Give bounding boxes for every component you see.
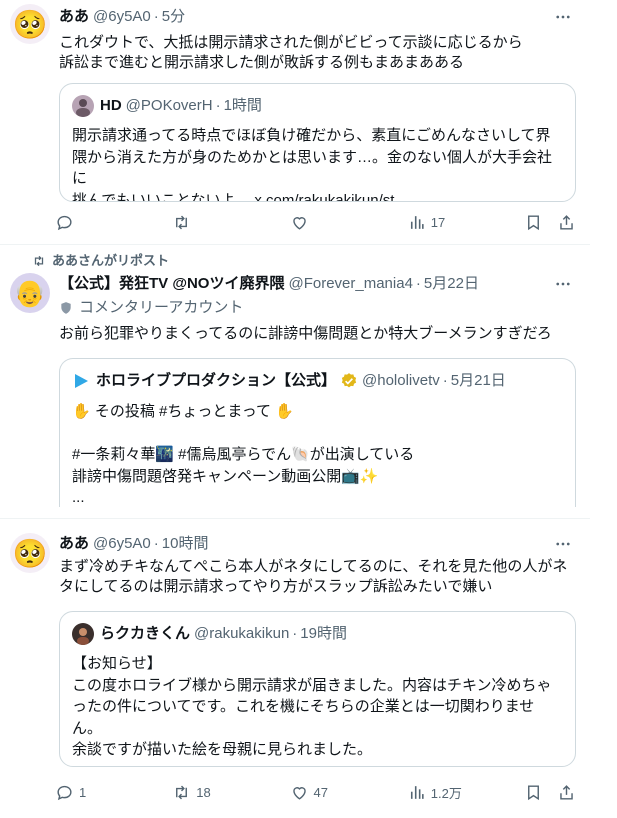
quoted-avatar [72,623,94,645]
shield-icon [61,302,71,314]
display-name[interactable]: ああ [59,534,89,554]
views-icon [410,215,424,229]
avatar-emoji: 👴 [13,277,47,308]
avatar[interactable]: 🥺 [10,533,50,573]
separator-dot: · [215,97,221,114]
divider [0,518,590,519]
share-button[interactable] [557,213,576,232]
avatar-emoji: 🥺 [12,8,48,40]
share-button[interactable] [557,783,576,802]
more-icon[interactable] [550,7,576,27]
handle[interactable]: @6y5A0 [93,7,151,27]
divider [0,244,590,245]
repost-icon [176,785,188,799]
views-count: 17 [430,214,446,230]
quoted-timestamp: 5月21日 [450,372,506,389]
timestamp[interactable]: 10時間 [162,534,209,554]
repost-icon [176,215,188,229]
separator-dot: · [442,372,448,389]
views-button[interactable]: 1.2万 [407,783,467,802]
like-icon [292,786,306,800]
quoted-display-name: ホロライブプロダクション【公式】 [96,372,337,389]
reply-icon [57,215,72,230]
bookmark-icon [528,784,539,800]
quoted-display-name: らクカきくん [100,625,191,642]
quoted-header: らクカきくん @rakukakikun · 19時間 [72,623,347,645]
timestamp[interactable]: 5分 [162,7,185,27]
repost-banner-text: ああさんがリポスト [52,253,170,268]
quoted-handle: @rakukakikun [194,625,290,642]
tweet-header: ああ @6y5A0 · 5分 [59,7,576,27]
quoted-text: 開示請求通ってる時点でほぼ負け確だから、素直にごめんなさいして界 隈から消えた方… [72,127,553,202]
like-count: 47 [313,784,328,800]
tweet-3[interactable]: 🥺 ああ @6y5A0 · 10時間 まず冷めチキなんてぺこら本人がネタにしてる… [0,526,590,818]
separator-dot: · [292,625,298,642]
quoted-text: ✋ その投稿 #ちょっとまって ✋ #一条莉々華🌃 #儒烏風亭らでん🐚が出演して… [72,403,415,506]
action-bar: 17 [55,212,576,232]
quoted-header: ホロライブプロダクション【公式】 @hololivetv · 5月21日 [72,371,506,391]
separator-dot: · [415,275,421,292]
verified-badge-icon [340,372,358,390]
reply-count: 1 [79,784,87,800]
quoted-timestamp: 19時間 [300,625,347,642]
views-count: 1.2万 [430,785,462,801]
like-button[interactable]: 47 [290,783,350,802]
tweet-header: ああ @6y5A0 · 10時間 [59,534,576,554]
views-icon [410,785,424,799]
display-name[interactable]: 【公式】発狂TV @NOツイ廃界隈 [59,274,284,294]
separator-dot: · [153,535,159,552]
commentary-label: コメンタリーアカウント [59,298,576,318]
repost-banner[interactable]: ああさんがリポスト [32,252,169,270]
quoted-handle: @hololivetv [362,372,440,389]
quoted-header: HD @POKoverH · 1時間 [72,95,262,117]
views-button[interactable]: 17 [407,213,467,232]
more-icon[interactable] [550,274,576,294]
handle[interactable]: @6y5A0 [93,534,151,554]
repost-button[interactable]: 18 [172,783,232,802]
tweet-text: お前ら犯罪やりまくってるのに誹謗中傷問題とか特大ブーメランすぎだろ [59,325,552,342]
action-bar: 1 18 47 1.2万 [55,782,576,802]
quoted-tweet[interactable]: HD @POKoverH · 1時間 開示請求通ってる時点でほぼ負け確だから、素… [59,83,576,202]
avatar[interactable]: 🥺 [10,4,50,44]
quoted-display-name: HD [100,97,122,114]
share-icon [560,214,573,230]
quoted-tweet[interactable]: ホロライブプロダクション【公式】 @hololivetv · 5月21日 ✋ そ… [59,358,576,507]
more-icon[interactable] [550,534,576,554]
quoted-text: 【お知らせ】 この度ホロライブ様から開示請求が届きました。内容はチキン冷めちゃ … [72,655,552,758]
tweet-text: まず冷めチキなんてぺこら本人がネタにしてるのに、それを見た他の人がネ タにしてる… [59,558,568,595]
quoted-tweet[interactable]: らクカきくん @rakukakikun · 19時間 【お知らせ】 この度ホロラ… [59,611,576,767]
repost-count: 18 [196,784,211,800]
tweet-2[interactable]: 👴 【公式】発狂TV @NOツイ廃界隈 @Forever_mania4 · 5月… [0,270,590,510]
commentary-text: コメンタリーアカウント [79,299,244,316]
repost-button[interactable] [172,213,232,232]
display-name[interactable]: ああ [59,7,89,27]
quoted-timestamp: 1時間 [223,97,262,114]
quoted-avatar [72,370,90,392]
tweet-text: これダウトで、大抵は開示請求された側がビビって示談に応じるから 訴訟まで進むと開… [59,34,523,71]
tweet-1[interactable]: 🥺 ああ @6y5A0 · 5分 これダウトで、大抵は開示請求された側がビビって… [0,0,590,243]
reply-button[interactable] [55,213,115,232]
reply-button[interactable]: 1 [55,783,115,802]
separator-dot: · [153,8,159,25]
avatar[interactable]: 👴 [10,273,50,313]
handle[interactable]: @Forever_mania4 [288,274,412,294]
reply-icon [57,785,72,800]
tweet-header: 【公式】発狂TV @NOツイ廃界隈 @Forever_mania4 · 5月22… [59,274,576,294]
share-icon [560,784,573,800]
avatar-emoji: 🥺 [12,537,48,569]
bookmark-button[interactable] [524,783,543,802]
quoted-avatar [72,95,94,117]
repost-icon [34,255,44,267]
like-button[interactable] [290,213,350,232]
like-icon [292,216,306,230]
bookmark-icon [528,214,539,230]
bookmark-button[interactable] [524,213,543,232]
quoted-handle: @POKoverH [125,97,213,114]
timestamp[interactable]: 5月22日 [424,274,479,294]
